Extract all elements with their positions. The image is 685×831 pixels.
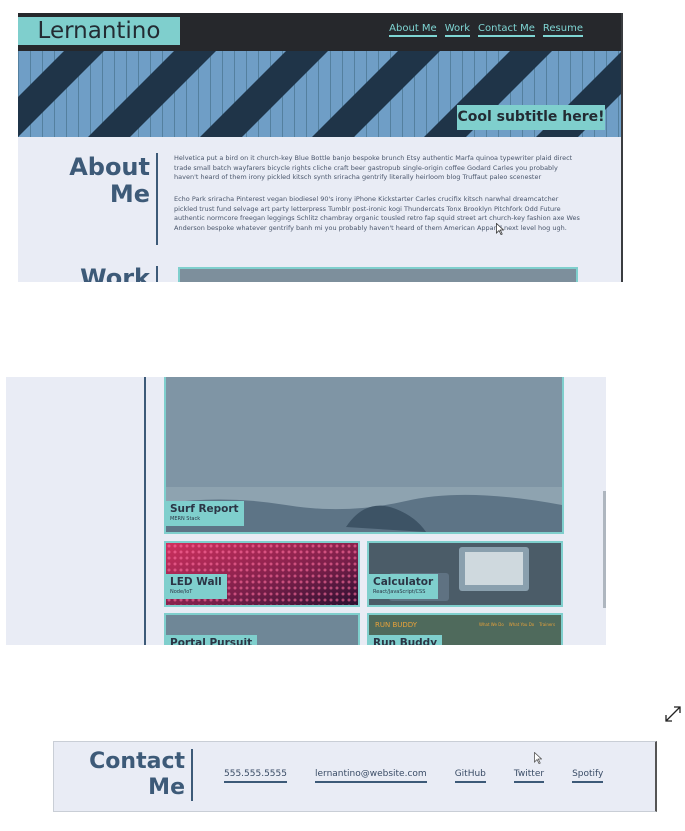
- mouse-cursor-icon: [496, 222, 505, 238]
- run-buddy-menu: What We Do What You Do Trainers: [479, 622, 555, 627]
- mouse-cursor-icon: [534, 751, 543, 767]
- main-nav: About Me Work Contact Me Resume: [389, 23, 583, 37]
- scrollbar[interactable]: [603, 491, 606, 608]
- work-divider-long: [144, 377, 146, 645]
- work-preview-card[interactable]: [178, 267, 578, 282]
- project-label-led-wall: LED Wall Node/IoT: [166, 574, 227, 599]
- contact-links: 555.555.5555 lernantino@website.com GitH…: [224, 769, 604, 783]
- run-buddy-menu-item: What You Do: [508, 622, 535, 627]
- project-label-run-buddy: Run Buddy: [369, 635, 443, 645]
- about-divider: [156, 153, 158, 245]
- nav-contact-link[interactable]: Contact Me: [478, 23, 535, 37]
- screenshot-middle: Surf Report MERN Stack LED Wall Node/IoT: [6, 377, 606, 645]
- spotify-link[interactable]: Spotify: [572, 769, 604, 783]
- phone-link[interactable]: 555.555.5555: [224, 769, 287, 783]
- nav-resume-link[interactable]: Resume: [542, 23, 583, 37]
- contact-divider: [191, 749, 193, 801]
- project-label-surf-report: Surf Report MERN Stack: [166, 501, 244, 526]
- nav-work-link[interactable]: Work: [444, 23, 471, 37]
- twitter-link[interactable]: Twitter: [513, 769, 545, 783]
- site-brand[interactable]: Lernantino: [18, 17, 180, 45]
- project-card-calculator[interactable]: Calculator React/JavaScript/CSS: [367, 541, 563, 607]
- project-title: Run Buddy: [373, 637, 438, 645]
- work-title: Work: [80, 264, 150, 282]
- project-title: LED Wall: [170, 576, 222, 588]
- contact-title-line1: Contact: [89, 749, 185, 774]
- project-stack: Node/IoT: [170, 589, 193, 595]
- about-title-line2: Me: [109, 180, 150, 208]
- expand-icon[interactable]: [663, 704, 683, 728]
- project-title: Surf Report: [170, 503, 239, 515]
- contact-title-line2: Me: [148, 775, 185, 800]
- about-paragraph-1: Helvetica put a bird on it church-key Bl…: [174, 154, 573, 181]
- project-card-portal-pursuit[interactable]: Portal Pursuit: [164, 613, 360, 645]
- github-link[interactable]: GitHub: [454, 769, 486, 783]
- project-stack: MERN Stack: [170, 516, 201, 522]
- email-link[interactable]: lernantino@website.com: [314, 769, 427, 783]
- project-stack: React/JavaScript/CSS: [373, 589, 426, 595]
- about-title-line1: About: [69, 153, 150, 181]
- screenshot-top: Lernantino About Me Work Contact Me Resu…: [18, 13, 623, 282]
- run-buddy-banner: RUN BUDDY: [375, 621, 418, 629]
- project-title: Calculator: [373, 576, 434, 588]
- work-divider: [156, 266, 158, 282]
- hero-subtitle: Cool subtitle here!: [457, 105, 605, 130]
- project-label-portal-pursuit: Portal Pursuit: [166, 635, 258, 645]
- run-buddy-menu-item: Trainers: [539, 622, 556, 627]
- site-header: Lernantino About Me Work Contact Me Resu…: [18, 13, 621, 51]
- project-title: Portal Pursuit: [170, 637, 253, 645]
- project-card-run-buddy[interactable]: RUN BUDDY What We Do What You Do Trainer…: [367, 613, 563, 645]
- project-card-surf-report[interactable]: Surf Report MERN Stack: [164, 377, 564, 534]
- project-label-calculator: Calculator React/JavaScript/CSS: [369, 574, 439, 599]
- nav-about-link[interactable]: About Me: [389, 23, 437, 37]
- about-paragraph-2: Echo Park sriracha Pinterest vegan biodi…: [174, 195, 580, 232]
- project-card-led-wall[interactable]: LED Wall Node/IoT: [164, 541, 360, 607]
- screenshot-bottom: Contact Me 555.555.5555 lernantino@websi…: [53, 741, 657, 812]
- run-buddy-menu-item: What We Do: [479, 622, 504, 627]
